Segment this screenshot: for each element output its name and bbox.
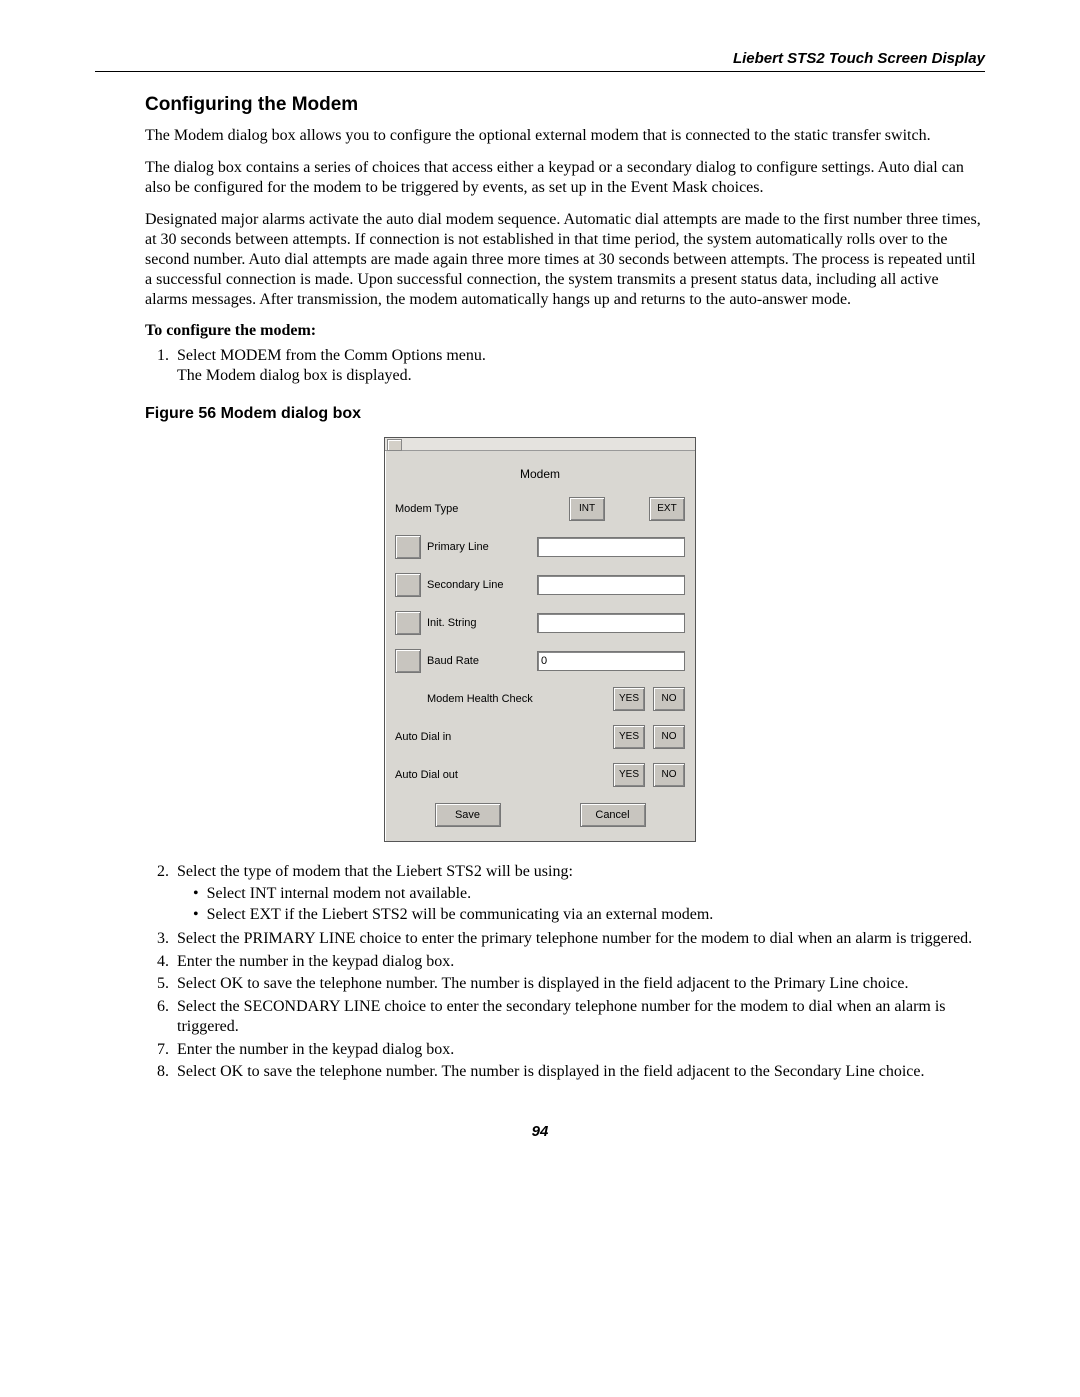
row-modem-type: Modem Type INT EXT <box>395 495 685 523</box>
secondary-line-label: Secondary Line <box>427 579 503 591</box>
baud-rate-button[interactable] <box>395 649 421 673</box>
secondary-line-field[interactable] <box>537 575 685 595</box>
paragraph-2: The dialog box contains a series of choi… <box>145 158 985 198</box>
auto-dial-out-no-button[interactable]: NO <box>653 763 685 787</box>
primary-line-label: Primary Line <box>427 541 489 553</box>
steps-list-part1: Select MODEM from the Comm Options menu.… <box>145 346 985 387</box>
step-1: Select MODEM from the Comm Options menu.… <box>173 346 985 387</box>
step-1-line2: The Modem dialog box is displayed. <box>177 367 412 384</box>
secondary-line-button[interactable] <box>395 573 421 597</box>
row-auto-dial-out: Auto Dial out YES NO <box>395 761 685 789</box>
init-string-label: Init. String <box>427 617 477 629</box>
step-5: Select OK to save the telephone number. … <box>173 974 985 994</box>
steps-list-part2: Select the type of modem that the Lieber… <box>145 862 985 1083</box>
configure-subhead: To configure the modem: <box>145 322 985 340</box>
step-3: Select the PRIMARY LINE choice to enter … <box>173 929 985 949</box>
auto-dial-out-label: Auto Dial out <box>395 769 458 781</box>
row-baud-rate: Baud Rate 0 <box>395 647 685 675</box>
auto-dial-out-yes-button[interactable]: YES <box>613 763 645 787</box>
init-string-button[interactable] <box>395 611 421 635</box>
step-4: Enter the number in the keypad dialog bo… <box>173 952 985 972</box>
step-7: Enter the number in the keypad dialog bo… <box>173 1040 985 1060</box>
row-auto-dial-in: Auto Dial in YES NO <box>395 723 685 751</box>
modem-dialog: Modem Modem Type INT EXT Primary Line Se… <box>384 437 696 842</box>
row-primary-line: Primary Line <box>395 533 685 561</box>
modem-type-label: Modem Type <box>395 503 458 515</box>
step-1-line1: Select MODEM from the Comm Options menu. <box>177 347 486 364</box>
section-heading: Configuring the Modem <box>145 94 985 116</box>
step-8: Select OK to save the telephone number. … <box>173 1062 985 1082</box>
cancel-button[interactable]: Cancel <box>580 803 646 827</box>
health-check-yes-button[interactable]: YES <box>613 687 645 711</box>
row-secondary-line: Secondary Line <box>395 571 685 599</box>
health-check-label: Modem Health Check <box>427 693 533 705</box>
ext-button[interactable]: EXT <box>649 497 685 521</box>
page-number: 94 <box>95 1123 985 1140</box>
dialog-action-row: Save Cancel <box>395 803 685 833</box>
row-health-check: Modem Health Check YES NO <box>395 685 685 713</box>
primary-line-button[interactable] <box>395 535 421 559</box>
step-2-bullet-1: Select INT internal modem not available. <box>207 884 985 904</box>
paragraph-1: The Modem dialog box allows you to confi… <box>145 126 985 146</box>
system-menu-icon[interactable] <box>387 439 402 451</box>
header-rule <box>95 71 985 72</box>
paragraph-3: Designated major alarms activate the aut… <box>145 210 985 310</box>
figure-caption: Figure 56 Modem dialog box <box>145 405 985 423</box>
auto-dial-in-no-button[interactable]: NO <box>653 725 685 749</box>
save-button[interactable]: Save <box>435 803 501 827</box>
baud-rate-field[interactable]: 0 <box>537 651 685 671</box>
health-check-no-button[interactable]: NO <box>653 687 685 711</box>
dialog-titlebar <box>385 438 695 451</box>
auto-dial-in-label: Auto Dial in <box>395 731 451 743</box>
running-header: Liebert STS2 Touch Screen Display <box>95 50 985 67</box>
step-2: Select the type of modem that the Lieber… <box>173 862 985 925</box>
auto-dial-in-yes-button[interactable]: YES <box>613 725 645 749</box>
row-init-string: Init. String <box>395 609 685 637</box>
step-2-bullet-2: Select EXT if the Liebert STS2 will be c… <box>207 905 985 925</box>
step-6: Select the SECONDARY LINE choice to ente… <box>173 997 985 1038</box>
baud-rate-label: Baud Rate <box>427 655 479 667</box>
primary-line-field[interactable] <box>537 537 685 557</box>
int-button[interactable]: INT <box>569 497 605 521</box>
step-2-text: Select the type of modem that the Lieber… <box>177 863 573 880</box>
dialog-title: Modem <box>395 457 685 495</box>
init-string-field[interactable] <box>537 613 685 633</box>
